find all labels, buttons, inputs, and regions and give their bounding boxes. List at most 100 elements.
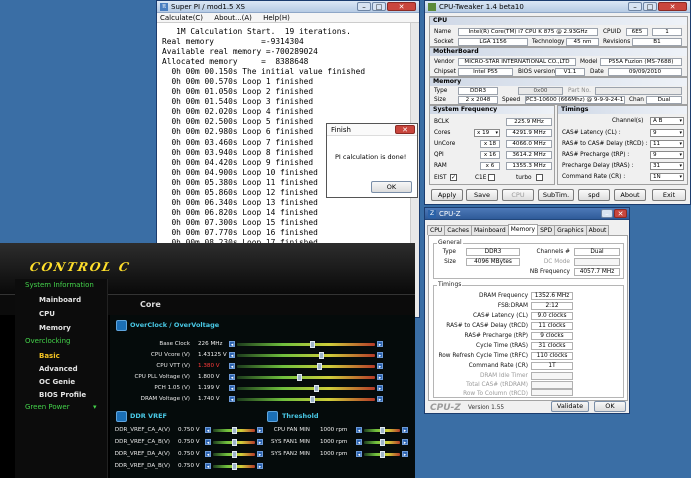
- oc-slider-track[interactable]: [237, 376, 375, 379]
- vref-increase-arrow-icon[interactable]: ▸: [257, 463, 263, 470]
- oc-increase-arrow-icon[interactable]: ▸: [377, 341, 383, 348]
- validate-button[interactable]: Validate: [551, 401, 589, 412]
- cpuz-tab-memory[interactable]: Memory: [507, 224, 539, 235]
- sidebar-item-mainboard[interactable]: Mainboard: [39, 296, 81, 305]
- oc-slider-handle[interactable]: [296, 374, 302, 381]
- superpi-titlebar[interactable]: π Super PI / mod1.5 XS – □ ✕: [157, 1, 419, 13]
- cputweaker-maximize-button[interactable]: □: [643, 2, 657, 11]
- oc-slider-handle[interactable]: [319, 352, 325, 359]
- oc-slider-handle[interactable]: [316, 363, 322, 370]
- cpu-button[interactable]: CPU: [502, 189, 534, 201]
- vref-slider-handle[interactable]: [231, 463, 237, 470]
- oc-increase-arrow-icon[interactable]: ▸: [377, 385, 383, 392]
- cas-select[interactable]: 9: [650, 129, 684, 137]
- cpuz-minimize-button[interactable]: –: [601, 209, 613, 218]
- cputweaker-close-button[interactable]: ✕: [658, 2, 687, 11]
- sidebar-item-memory[interactable]: Memory: [39, 324, 71, 333]
- c1e-checkbox[interactable]: [488, 174, 495, 181]
- sidebar-item-cpu[interactable]: CPU: [39, 310, 55, 319]
- channel-select[interactable]: A B: [650, 117, 684, 125]
- threshold-slider-handle[interactable]: [379, 427, 385, 434]
- vref-decrease-arrow-icon[interactable]: ◂: [205, 439, 211, 446]
- menu-about[interactable]: About...(A): [214, 14, 252, 22]
- cc-core-tab[interactable]: Core: [140, 300, 161, 309]
- tras-select[interactable]: 31: [650, 162, 684, 170]
- oc-slider-handle[interactable]: [314, 385, 320, 392]
- cpuz-tab-mainboard[interactable]: Mainboard: [471, 225, 509, 235]
- cas-label: CAS# Latency (CL) :: [562, 130, 621, 136]
- sidebar-item-basic[interactable]: Basic: [39, 352, 60, 361]
- cpuz-titlebar[interactable]: Z CPU-Z – ✕: [425, 208, 629, 220]
- eist-checkbox[interactable]: ✓: [450, 174, 457, 181]
- menu-calculate[interactable]: Calculate(C): [160, 14, 203, 22]
- oc-slider-track[interactable]: [237, 343, 375, 346]
- finish-close-button[interactable]: ✕: [395, 125, 415, 134]
- threshold-increase-arrow-icon[interactable]: ▸: [402, 439, 408, 446]
- oc-slider-handle[interactable]: [310, 341, 316, 348]
- cpuz-tab-cpu[interactable]: CPU: [427, 225, 446, 235]
- cpuz-close-button[interactable]: ✕: [614, 209, 627, 218]
- vref-decrease-arrow-icon[interactable]: ◂: [205, 427, 211, 434]
- save-button[interactable]: Save: [466, 189, 498, 201]
- oc-increase-arrow-icon[interactable]: ▸: [377, 352, 383, 359]
- turbo-checkbox[interactable]: [536, 174, 543, 181]
- cpuz-tab-spd[interactable]: SPD: [537, 225, 556, 235]
- maximize-button[interactable]: □: [372, 2, 386, 11]
- oc-decrease-arrow-icon[interactable]: ◂: [229, 385, 235, 392]
- threshold-decrease-arrow-icon[interactable]: ◂: [356, 439, 362, 446]
- sidebar-item-bios-profile[interactable]: BIOS Profile: [39, 391, 86, 400]
- sidebar-item-oc-genie[interactable]: OC Genie: [39, 378, 75, 387]
- sidebar-overclocking[interactable]: Overclocking: [25, 337, 71, 346]
- oc-decrease-arrow-icon[interactable]: ◂: [229, 352, 235, 359]
- sidebar-item-advanced[interactable]: Advanced: [39, 365, 78, 374]
- spd-button[interactable]: spd: [578, 189, 610, 201]
- subtim-button[interactable]: SubTim.: [538, 189, 574, 201]
- exit-button[interactable]: Exit: [652, 189, 686, 201]
- oc-decrease-arrow-icon[interactable]: ◂: [229, 396, 235, 403]
- close-button[interactable]: ✕: [387, 2, 416, 11]
- trcd-select[interactable]: 11: [650, 140, 684, 148]
- threshold-slider-handle[interactable]: [379, 451, 385, 458]
- threshold-slider-handle[interactable]: [379, 439, 385, 446]
- threshold-increase-arrow-icon[interactable]: ▸: [402, 451, 408, 458]
- oc-slider-track[interactable]: [237, 387, 375, 390]
- menu-help[interactable]: Help(H): [263, 14, 290, 22]
- threshold-header: Threshold: [282, 412, 319, 420]
- oc-decrease-arrow-icon[interactable]: ◂: [229, 363, 235, 370]
- cpuz-tab-about[interactable]: About: [585, 225, 610, 235]
- oc-increase-arrow-icon[interactable]: ▸: [377, 363, 383, 370]
- finish-titlebar[interactable]: Finish ✕: [327, 124, 417, 136]
- oc-increase-arrow-icon[interactable]: ▸: [377, 374, 383, 381]
- cputweaker-titlebar[interactable]: CPU-Tweaker 1.4 beta10 – □ ✕: [425, 1, 690, 13]
- cpuz-tab-graphics[interactable]: Graphics: [554, 225, 587, 235]
- cores-multiplier-select[interactable]: x 19: [474, 129, 500, 137]
- apply-button[interactable]: Apply: [431, 189, 463, 201]
- vref-slider-handle[interactable]: [231, 451, 237, 458]
- trp-select[interactable]: 9: [650, 151, 684, 159]
- cputweaker-minimize-button[interactable]: –: [628, 2, 642, 11]
- sidebar-green-power[interactable]: Green Power: [25, 403, 70, 412]
- oc-decrease-arrow-icon[interactable]: ◂: [229, 374, 235, 381]
- oc-increase-arrow-icon[interactable]: ▸: [377, 396, 383, 403]
- minimize-button[interactable]: –: [357, 2, 371, 11]
- oc-slider-track[interactable]: [237, 365, 375, 368]
- sidebar-system-information[interactable]: System Information: [25, 281, 94, 290]
- cl-value: 9.0 clocks: [531, 312, 573, 320]
- oc-slider-track[interactable]: [237, 398, 375, 401]
- vref-slider-handle[interactable]: [231, 427, 237, 434]
- finish-ok-button[interactable]: OK: [371, 181, 412, 193]
- cpuz-tab-caches[interactable]: Caches: [444, 225, 472, 235]
- cr-select[interactable]: 1N: [650, 173, 684, 181]
- oc-slider-track[interactable]: [237, 354, 375, 357]
- threshold-increase-arrow-icon[interactable]: ▸: [402, 427, 408, 434]
- about-button[interactable]: About: [614, 189, 646, 201]
- threshold-decrease-arrow-icon[interactable]: ◂: [356, 427, 362, 434]
- threshold-decrease-arrow-icon[interactable]: ◂: [356, 451, 362, 458]
- bclk-label: BCLK: [434, 119, 449, 125]
- cpuz-ok-button[interactable]: OK: [594, 401, 626, 412]
- oc-decrease-arrow-icon[interactable]: ◂: [229, 341, 235, 348]
- vref-decrease-arrow-icon[interactable]: ◂: [205, 463, 211, 470]
- vref-decrease-arrow-icon[interactable]: ◂: [205, 451, 211, 458]
- vref-slider-handle[interactable]: [231, 439, 237, 446]
- oc-slider-handle[interactable]: [310, 396, 316, 403]
